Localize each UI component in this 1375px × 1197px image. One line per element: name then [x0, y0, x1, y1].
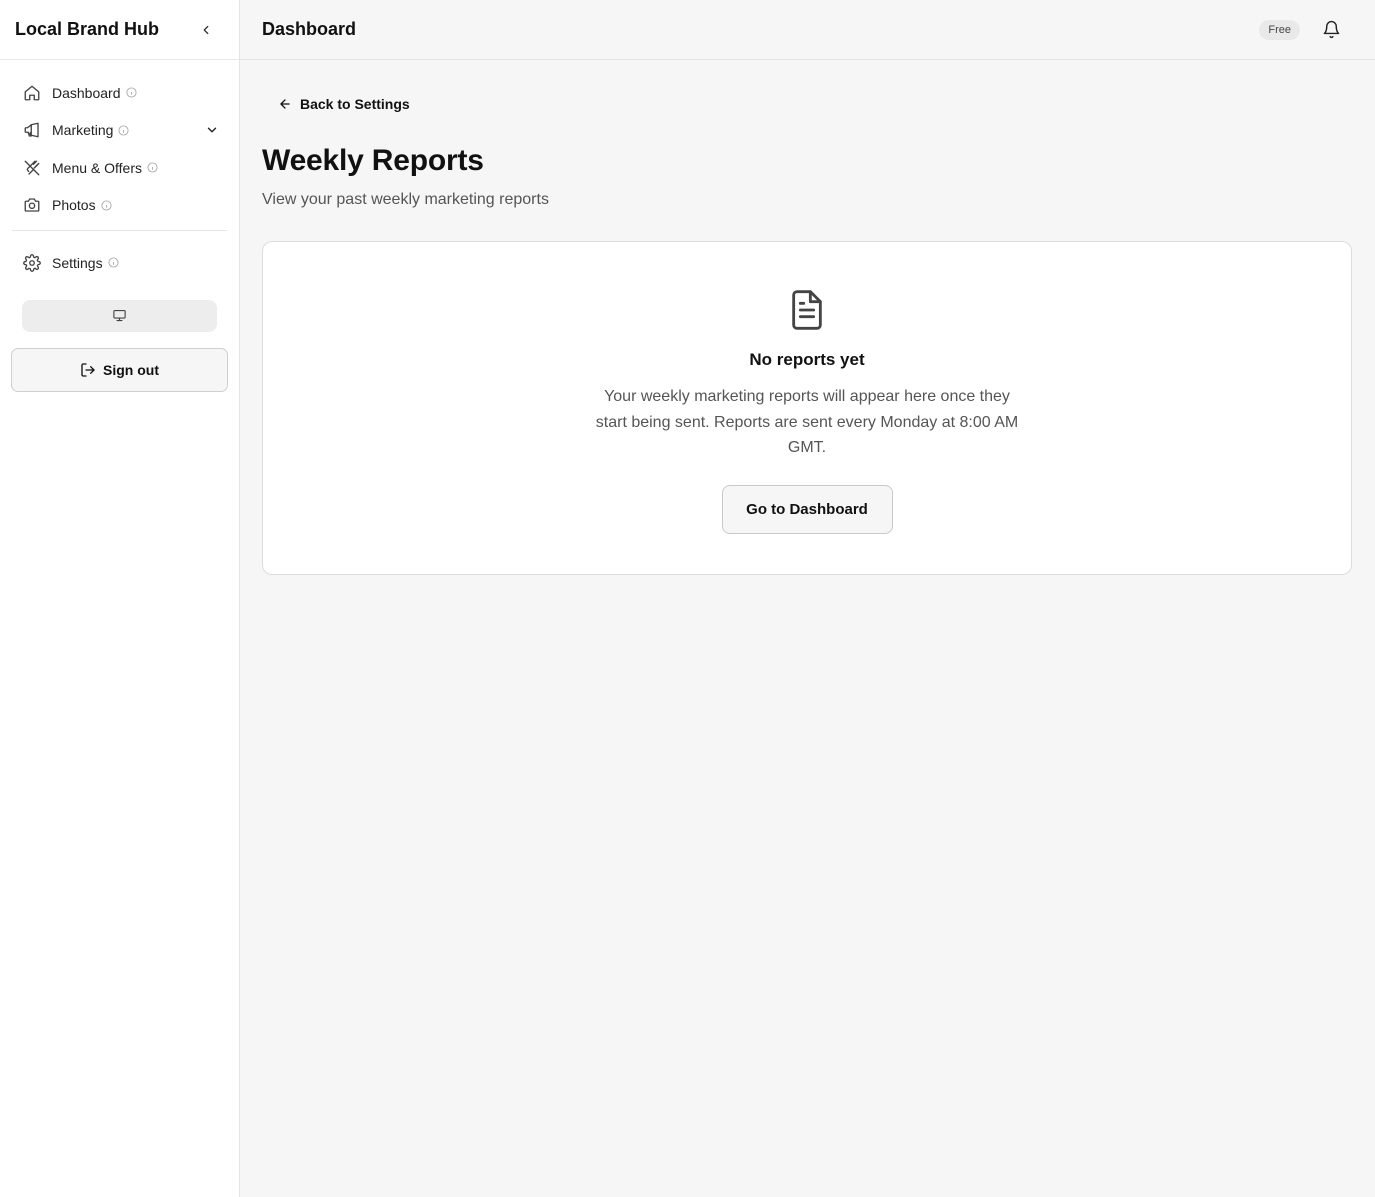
sign-out-button[interactable]: Sign out — [11, 347, 228, 392]
page-header-title: Dashboard — [262, 19, 357, 39]
sidebar: Local Brand Hub Dashboard Marketing Menu… — [0, 0, 240, 1197]
sign-out-label: Sign out — [103, 361, 159, 378]
info-icon[interactable] — [147, 162, 158, 173]
sidebar-item-menu-offers[interactable]: Menu & Offers — [12, 149, 227, 187]
topbar: Dashboard Free — [240, 0, 1375, 60]
sidebar-item-label: Menu & Offers — [52, 159, 143, 176]
info-icon[interactable] — [118, 125, 130, 136]
empty-state-card: No reports yet Your weekly marketing rep… — [262, 241, 1352, 575]
go-to-dashboard-button[interactable]: Go to Dashboard — [721, 484, 893, 534]
megaphone-icon — [22, 120, 42, 140]
brand-name: Local Brand Hub — [15, 19, 160, 39]
back-link-label: Back to Settings — [300, 96, 410, 112]
chevron-down-icon[interactable] — [205, 123, 219, 137]
nav-divider — [12, 230, 227, 231]
sidebar-item-label: Settings — [52, 254, 103, 271]
sidebar-item-label: Marketing — [52, 122, 114, 139]
gear-icon — [22, 253, 42, 273]
info-icon[interactable] — [108, 257, 119, 268]
document-icon — [787, 288, 827, 332]
display-mode-button[interactable] — [22, 299, 217, 332]
empty-state-title: No reports yet — [749, 350, 865, 369]
sidebar-item-marketing[interactable]: Marketing — [12, 112, 227, 150]
sidebar-nav: Dashboard Marketing Menu & Offers Photos… — [0, 60, 239, 392]
topbar-actions: Free — [1259, 19, 1341, 40]
main-area: Dashboard Free Back to Settings Weekly R… — [240, 0, 1375, 1197]
arrow-left-icon — [278, 97, 292, 111]
back-to-settings-link[interactable]: Back to Settings — [278, 96, 410, 112]
sidebar-header: Local Brand Hub — [0, 0, 239, 60]
empty-state-description: Your weekly marketing reports will appea… — [595, 388, 1019, 456]
sidebar-item-label: Dashboard — [52, 84, 121, 101]
chevron-left-icon — [203, 25, 209, 34]
plan-badge: Free — [1259, 19, 1300, 40]
monitor-icon — [113, 309, 126, 322]
camera-icon — [22, 195, 42, 215]
sidebar-item-settings[interactable]: Settings — [12, 244, 227, 282]
content: Back to Settings Weekly Reports View you… — [240, 60, 1375, 575]
info-icon[interactable] — [125, 87, 137, 98]
sidebar-item-dashboard[interactable]: Dashboard — [12, 74, 227, 112]
notifications-button[interactable] — [1322, 20, 1341, 39]
home-icon — [22, 83, 42, 103]
info-icon[interactable] — [101, 200, 112, 211]
bell-icon — [1323, 20, 1340, 39]
page-subtitle: View your past weekly marketing reports — [262, 191, 549, 208]
utensils-icon — [22, 158, 42, 178]
logout-icon — [80, 362, 96, 378]
app: Local Brand Hub Dashboard Marketing Menu… — [0, 0, 1375, 1197]
collapse-sidebar-button[interactable] — [195, 19, 217, 41]
sidebar-item-label: Photos — [52, 197, 96, 214]
sidebar-item-photos[interactable]: Photos — [12, 187, 227, 225]
page-title: Weekly Reports — [262, 144, 484, 177]
